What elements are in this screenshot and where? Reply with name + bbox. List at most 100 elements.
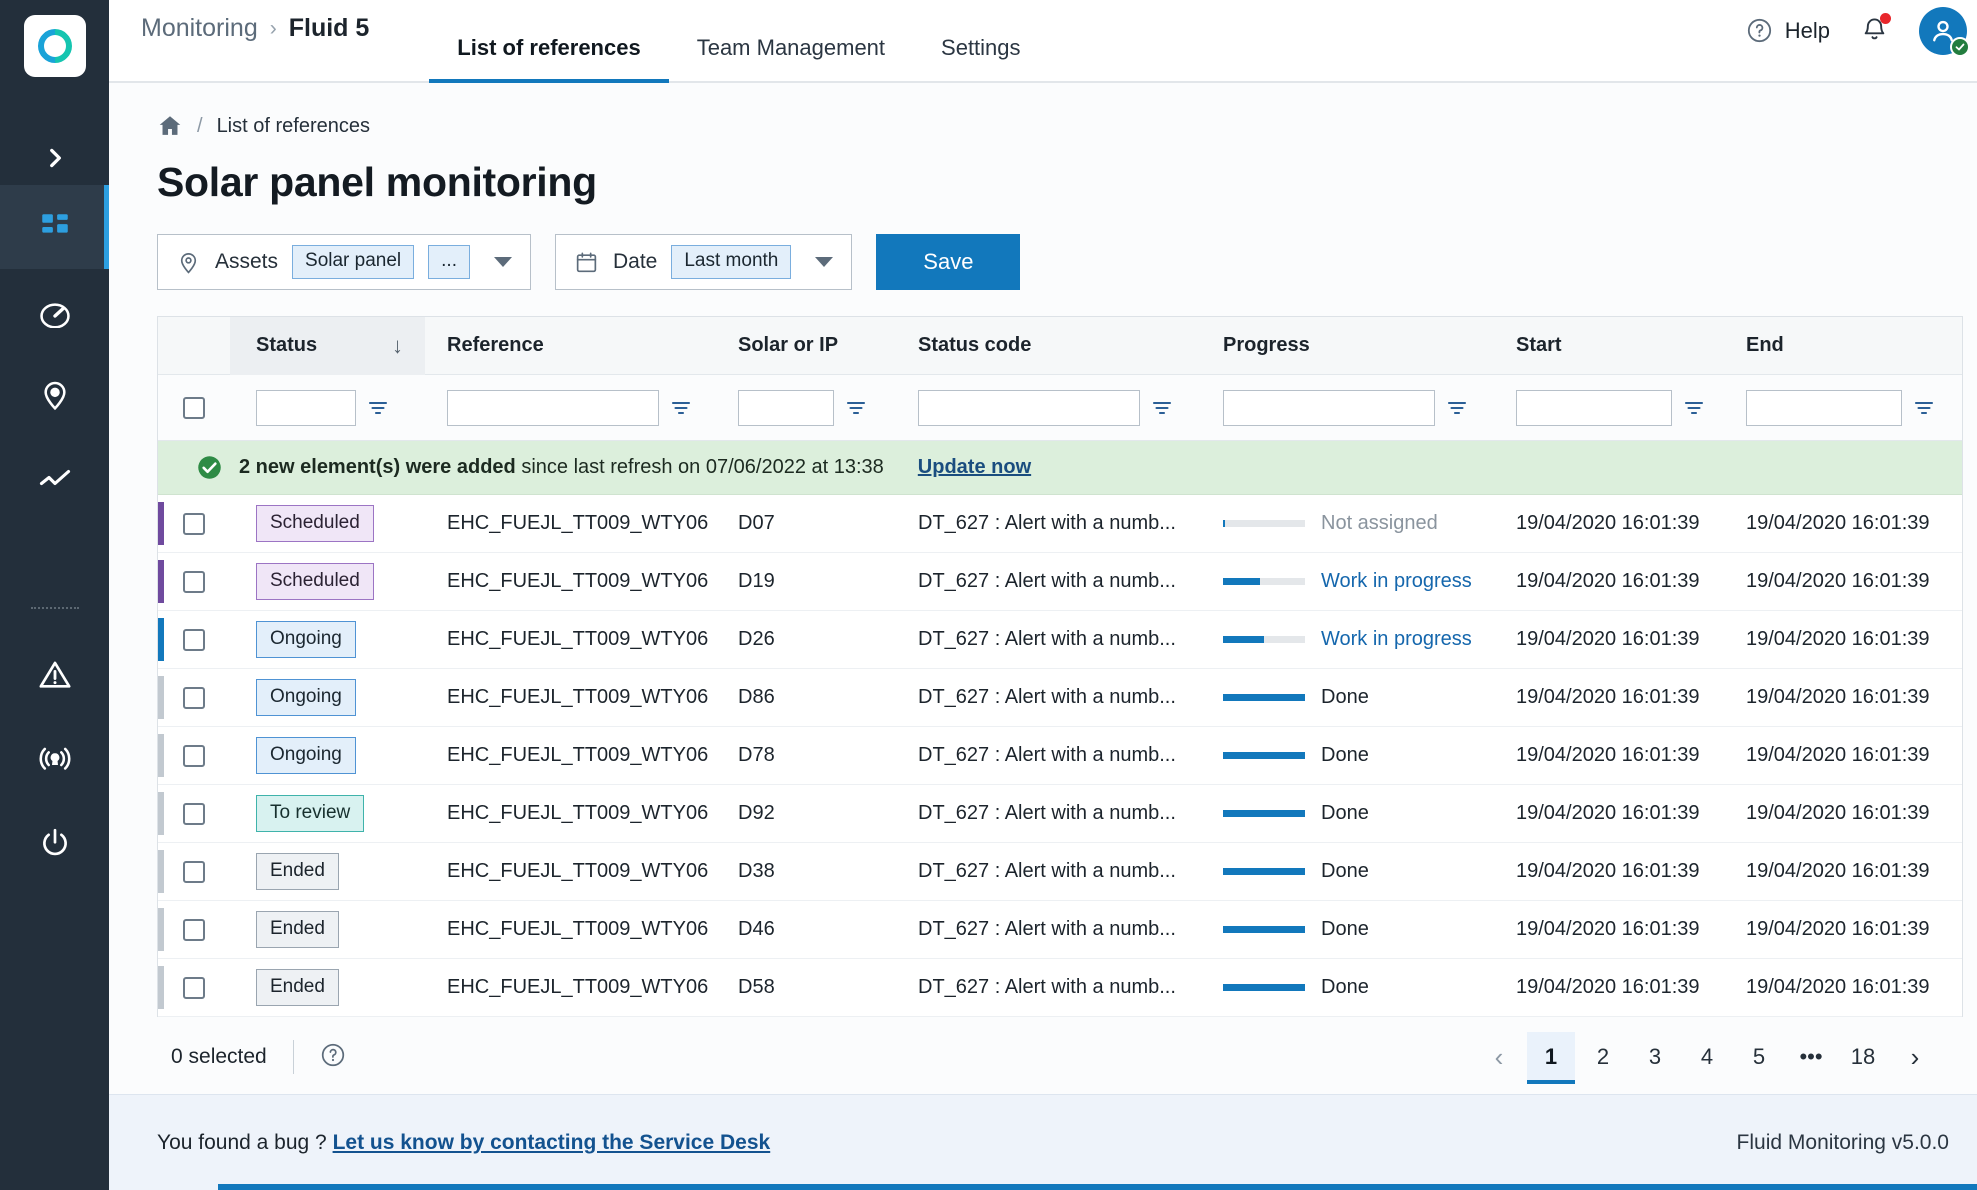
assets-chip-solar-panel[interactable]: Solar panel [292,245,415,279]
table-help-button[interactable] [320,1042,346,1073]
table-row[interactable]: Scheduled EHC_FUEJL_TT009_WTY06 D07 DT_627 … [158,495,1962,553]
filter-cell-reference [425,389,720,426]
status-badge[interactable]: Ended [256,911,339,948]
pagination-ellipsis[interactable]: ••• [1787,1032,1835,1082]
pagination-prev-button[interactable]: ‹ [1475,1032,1523,1082]
table-row[interactable]: Ongoing EHC_FUEJL_TT009_WTY06 D26 DT_627 : … [158,611,1962,669]
progress-label[interactable]: Work in progress [1321,628,1472,651]
tab-settings[interactable]: Settings [913,37,1049,81]
column-header-reference[interactable]: Reference [425,334,720,357]
row-checkbox[interactable] [183,686,205,709]
assets-chip-more[interactable]: ... [428,245,470,279]
table-row[interactable]: Ongoing EHC_FUEJL_TT009_WTY06 D78 DT_627 : … [158,727,1962,785]
tab-list-of-references[interactable]: List of references [429,37,670,83]
sidebar-item-gauge[interactable] [0,269,109,353]
filter-icon[interactable] [366,396,390,420]
arrow-down-icon[interactable]: ↓ [392,333,403,359]
row-checkbox[interactable] [183,570,205,593]
main-area: Monitoring › Fluid 5 List of references … [109,0,1977,1190]
status-badge[interactable]: Ongoing [256,737,356,774]
table-row[interactable]: Ended EHC_FUEJL_TT009_WTY06 D58 DT_627 : Al… [158,959,1962,1017]
pagination-page-1[interactable]: 1 [1527,1032,1575,1084]
filter-input-status-code[interactable] [918,389,1140,426]
table-row[interactable]: To review EHC_FUEJL_TT009_WTY06 D92 DT_627 … [158,785,1962,843]
status-badge[interactable]: To review [256,795,365,832]
date-chip-last-month[interactable]: Last month [671,245,792,279]
status-badge[interactable]: Scheduled [256,563,374,600]
column-header-start[interactable]: Start [1500,334,1730,357]
sidebar-item-alerts[interactable] [0,633,109,717]
breadcrumb: / List of references [143,83,1963,139]
breadcrumb-current[interactable]: List of references [217,115,370,138]
tab-team-management[interactable]: Team Management [669,37,913,81]
column-header-progress[interactable]: Progress [1205,334,1500,357]
pagination-page-4[interactable]: 4 [1683,1032,1731,1082]
status-badge[interactable]: Ongoing [256,679,356,716]
cell-status-code: DT_627 : Alert with a numb... [918,976,1176,998]
references-table: Status ↓ Reference Solar or IP Status co… [157,316,1963,1017]
notifications-button[interactable] [1860,12,1891,48]
row-checkbox[interactable] [183,860,205,883]
filter-icon[interactable] [1682,396,1706,420]
progress-track [1223,520,1305,527]
filter-icon[interactable] [669,396,693,420]
sidebar-item-power[interactable] [0,801,109,885]
assets-filter[interactable]: Assets Solar panel ... [157,234,531,290]
table-row[interactable]: Ended EHC_FUEJL_TT009_WTY06 D46 DT_627 : Al… [158,901,1962,959]
column-header-solar-or-ip[interactable]: Solar or IP [720,334,900,357]
status-badge[interactable]: Ongoing [256,621,356,658]
filter-icon[interactable] [844,396,868,420]
row-checkbox[interactable] [183,512,205,535]
sidebar-item-location[interactable] [0,353,109,437]
breadcrumb-app[interactable]: Monitoring [141,14,258,43]
filter-cell-start [1500,389,1730,426]
status-badge[interactable]: Ended [256,853,339,890]
row-checkbox[interactable] [183,976,205,999]
filter-input-solar-or-ip[interactable] [738,389,834,426]
user-avatar[interactable] [1919,6,1970,57]
row-checkbox[interactable] [183,802,205,825]
column-header-end[interactable]: End [1730,334,1960,357]
service-desk-link[interactable]: Let us know by contacting the Service De… [333,1131,771,1154]
table-row[interactable]: Scheduled EHC_FUEJL_TT009_WTY06 D19 DT_627 … [158,553,1962,611]
fluid-logo[interactable] [23,15,86,77]
pagination-page-3[interactable]: 3 [1631,1032,1679,1082]
pagination-page-2[interactable]: 2 [1579,1032,1627,1082]
filter-icon[interactable] [1912,396,1936,420]
status-badge[interactable]: Scheduled [256,505,374,542]
expand-sidebar-button[interactable] [0,131,109,185]
sidebar-item-dashboard[interactable] [0,185,109,269]
pagination-page-18[interactable]: 18 [1839,1032,1887,1082]
pagination-next-button[interactable]: › [1891,1032,1939,1082]
column-header-status[interactable]: Status ↓ [230,316,425,375]
sidebar-item-analytics[interactable] [0,437,109,521]
sidebar-item-broadcast[interactable] [0,717,109,801]
table-row[interactable]: Ended EHC_FUEJL_TT009_WTY06 D38 DT_627 : Al… [158,843,1962,901]
row-checkbox[interactable] [183,628,205,651]
home-icon[interactable] [157,113,183,139]
update-now-link[interactable]: Update now [918,456,1031,479]
table-row[interactable]: Ongoing EHC_FUEJL_TT009_WTY06 D86 DT_627 : … [158,669,1962,727]
breadcrumb-project[interactable]: Fluid 5 [289,14,370,43]
filter-input-end[interactable] [1746,389,1902,426]
save-button[interactable]: Save [876,234,1021,290]
cell-progress: Done [1205,744,1500,767]
cell-reference: EHC_FUEJL_TT009_WTY06 [447,802,709,824]
column-header-status-code[interactable]: Status code [900,334,1205,357]
select-all-checkbox[interactable] [183,396,205,419]
row-checkbox[interactable] [183,744,205,767]
status-badge[interactable]: Ended [256,969,339,1006]
filter-input-status[interactable] [256,389,356,426]
pagination-page-5[interactable]: 5 [1735,1032,1783,1082]
progress-label[interactable]: Work in progress [1321,570,1472,593]
date-filter[interactable]: Date Last month [555,234,853,290]
help-button[interactable]: Help [1746,17,1830,44]
filter-input-start[interactable] [1516,389,1672,426]
chevron-down-icon[interactable] [494,257,512,267]
row-checkbox[interactable] [183,918,205,941]
filter-icon[interactable] [1150,396,1174,420]
chevron-down-icon[interactable] [815,257,834,267]
filter-input-reference[interactable] [447,389,659,426]
filter-icon[interactable] [1445,396,1469,420]
filter-input-progress[interactable] [1223,389,1435,426]
